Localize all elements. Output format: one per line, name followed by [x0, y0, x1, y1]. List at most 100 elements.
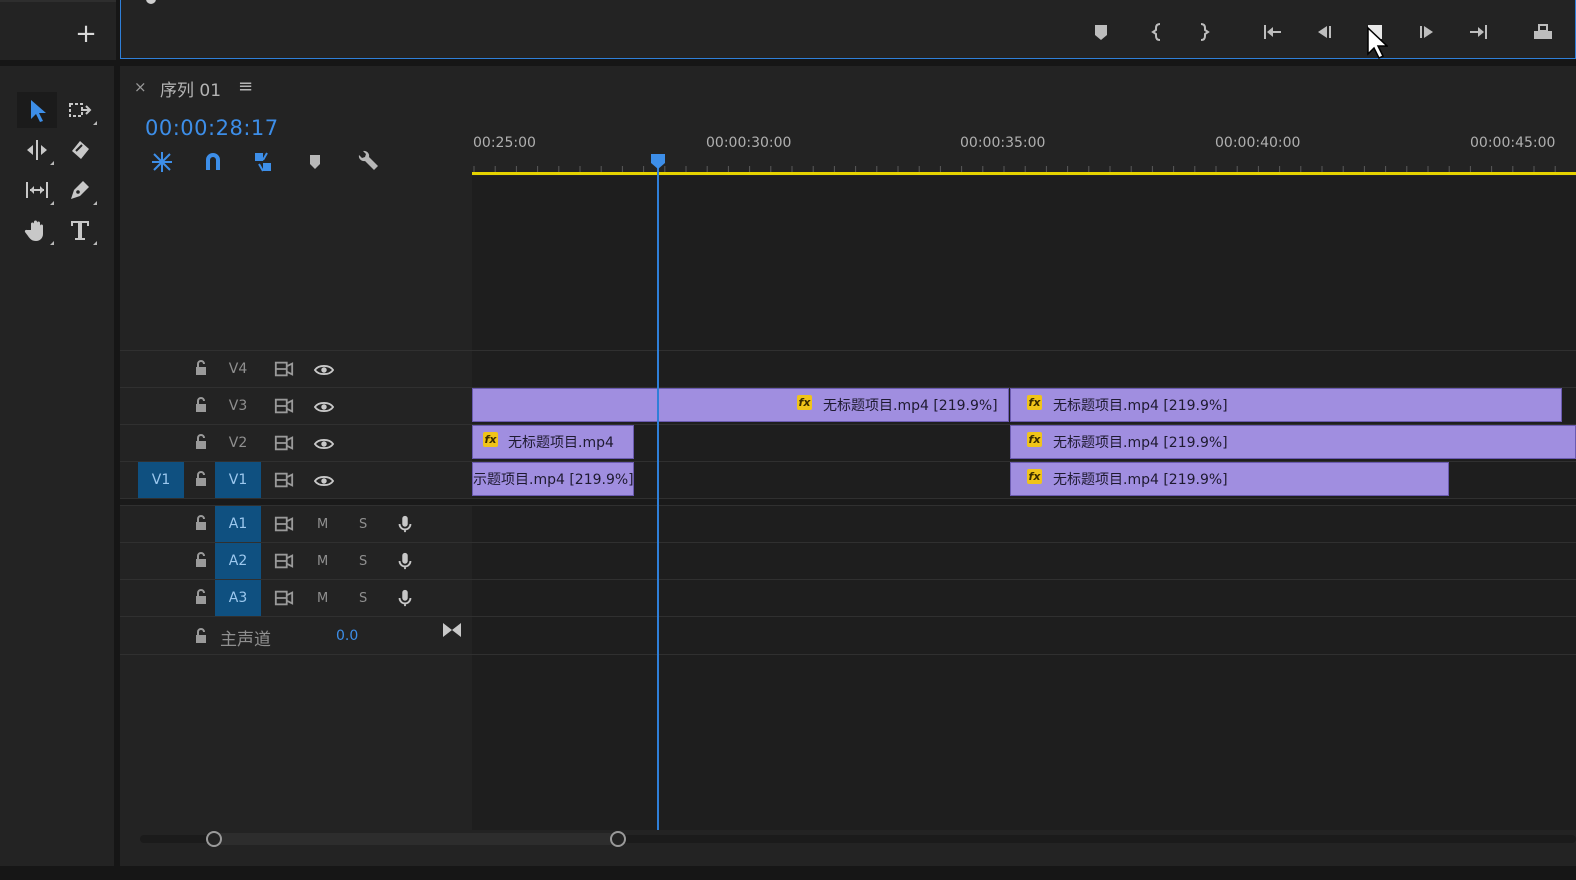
snap-button[interactable] [198, 148, 228, 176]
lock-icon[interactable] [193, 397, 209, 413]
selection-tool[interactable] [17, 92, 57, 128]
track-label-a2[interactable]: A2 [215, 543, 261, 579]
clip-v3-a[interactable]: fx 无标题项目.mp4 [219.9%] [472, 388, 1009, 422]
clip-name: 示题项目.mp4 [219.9%] [473, 472, 634, 488]
source-patch-v1[interactable]: V1 [138, 462, 184, 498]
ruler-label: 00:00:30:00 [706, 135, 792, 151]
playhead-handle[interactable] [650, 153, 666, 169]
clip-name: 无标题项目.mp4 [219.9%] [1053, 435, 1228, 451]
tool-group-corner [93, 201, 97, 205]
lock-icon[interactable] [193, 552, 209, 568]
type-tool[interactable] [60, 212, 100, 248]
mute-button[interactable]: M [317, 517, 328, 532]
add-marker-button[interactable] [1086, 17, 1116, 47]
step-back-button[interactable] [1308, 17, 1338, 47]
scrollbar-thumb[interactable] [212, 833, 616, 845]
playhead-line [657, 168, 659, 830]
razor-tool[interactable] [60, 132, 100, 168]
clip-v2-a[interactable]: fx 无标题项目.mp4 [472, 425, 634, 459]
track-header-a1: A1 M S [120, 506, 472, 543]
sync-lock-button[interactable] [273, 432, 295, 454]
arrow-icon [31, 100, 46, 122]
master-volume-value[interactable]: 0.0 [336, 628, 358, 644]
zoom-handle-left[interactable] [206, 831, 222, 847]
go-to-out-button[interactable] [1464, 17, 1494, 47]
track-label-v1[interactable]: V1 [215, 462, 261, 498]
film-icon [274, 553, 294, 569]
clip-v3-b[interactable]: fx 无标题项目.mp4 [219.9%] [1010, 388, 1562, 422]
ripple-edit-tool[interactable] [17, 132, 57, 168]
clip-v1-b[interactable]: fx 无标题项目.mp4 [219.9%] [1010, 462, 1449, 496]
tool-group-corner [93, 241, 97, 245]
sync-lock-button[interactable] [273, 513, 295, 535]
mark-out-button[interactable] [1189, 17, 1219, 47]
solo-button[interactable]: S [359, 554, 367, 569]
sequence-tab-title[interactable]: 序列 01 [160, 76, 221, 101]
clip-v2-b[interactable]: fx 无标题项目.mp4 [219.9%] [1010, 425, 1576, 459]
fx-badge: fx [797, 395, 812, 410]
toggle-output-button[interactable] [313, 470, 335, 492]
mute-button[interactable]: M [317, 554, 328, 569]
timeline-settings-button[interactable] [351, 148, 381, 176]
clip-name: 无标题项目.mp4 [219.9%] [1053, 398, 1228, 414]
clip-name: 无标题项目.mp4 [219.9%] [1053, 472, 1228, 488]
track-label-v3[interactable]: V3 [215, 388, 261, 424]
lift-button[interactable] [1528, 17, 1558, 47]
step-forward-button[interactable] [1413, 17, 1443, 47]
tool-group-corner [93, 121, 97, 125]
sync-lock-button[interactable] [273, 587, 295, 609]
ruler-label: 00:00:45:00 [1470, 135, 1556, 151]
voiceover-button[interactable] [394, 550, 416, 572]
fx-badge: fx [1027, 432, 1042, 447]
sync-lock-button[interactable] [273, 550, 295, 572]
lock-icon[interactable] [193, 515, 209, 531]
sync-lock-button[interactable] [273, 358, 295, 380]
pen-tool[interactable] [60, 172, 100, 208]
eye-icon [314, 365, 334, 375]
track-select-forward-tool[interactable] [60, 92, 100, 128]
linked-selection-button[interactable] [248, 148, 278, 176]
lock-icon[interactable] [193, 471, 209, 487]
slip-icon [26, 182, 48, 198]
voiceover-button[interactable] [394, 513, 416, 535]
lock-icon[interactable] [193, 589, 209, 605]
toggle-output-button[interactable] [313, 359, 335, 381]
nest-toggle-button[interactable] [147, 148, 177, 176]
mute-button[interactable]: M [317, 591, 328, 606]
track-label-a3[interactable]: A3 [215, 580, 261, 616]
track-label-v4[interactable]: V4 [215, 351, 261, 387]
lock-icon[interactable] [193, 434, 209, 450]
playhead-timecode[interactable]: 00:00:28:17 [145, 116, 279, 140]
toggle-output-button[interactable] [313, 433, 335, 455]
clip-v1-a[interactable]: 示题项目.mp4 [219.9%] [472, 462, 634, 496]
fit-to-track-button[interactable] [441, 620, 463, 640]
close-tab-button[interactable]: × [134, 78, 147, 96]
film-icon [274, 398, 294, 414]
add-button[interactable]: + [72, 20, 100, 48]
mark-in-button[interactable] [1142, 17, 1172, 47]
zoom-handle-right[interactable] [610, 831, 626, 847]
panel-menu-button[interactable]: ≡ [238, 76, 253, 97]
solo-button[interactable]: S [359, 517, 367, 532]
add-marker-timeline-button[interactable] [300, 148, 330, 176]
divider [120, 654, 1576, 655]
lock-icon[interactable] [193, 360, 209, 376]
go-to-in-button[interactable] [1257, 17, 1287, 47]
sync-lock-button[interactable] [273, 469, 295, 491]
sync-lock-button[interactable] [273, 395, 295, 417]
solo-button[interactable]: S [359, 591, 367, 606]
lock-icon[interactable] [193, 628, 209, 644]
mark-in-icon [1151, 23, 1161, 41]
clip-name: 无标题项目.mp4 [508, 435, 614, 451]
film-icon [274, 472, 294, 488]
track-label-a1[interactable]: A1 [215, 506, 261, 542]
track-label-v2[interactable]: V2 [215, 425, 261, 461]
voiceover-button[interactable] [394, 587, 416, 609]
timeline-zoom-scrollbar[interactable] [140, 831, 1576, 847]
film-icon [274, 516, 294, 532]
hand-tool[interactable] [17, 212, 57, 248]
toggle-output-button[interactable] [313, 396, 335, 418]
slip-tool[interactable] [17, 172, 57, 208]
work-area-bar[interactable] [472, 172, 1576, 175]
step-forward-icon [1420, 26, 1433, 38]
